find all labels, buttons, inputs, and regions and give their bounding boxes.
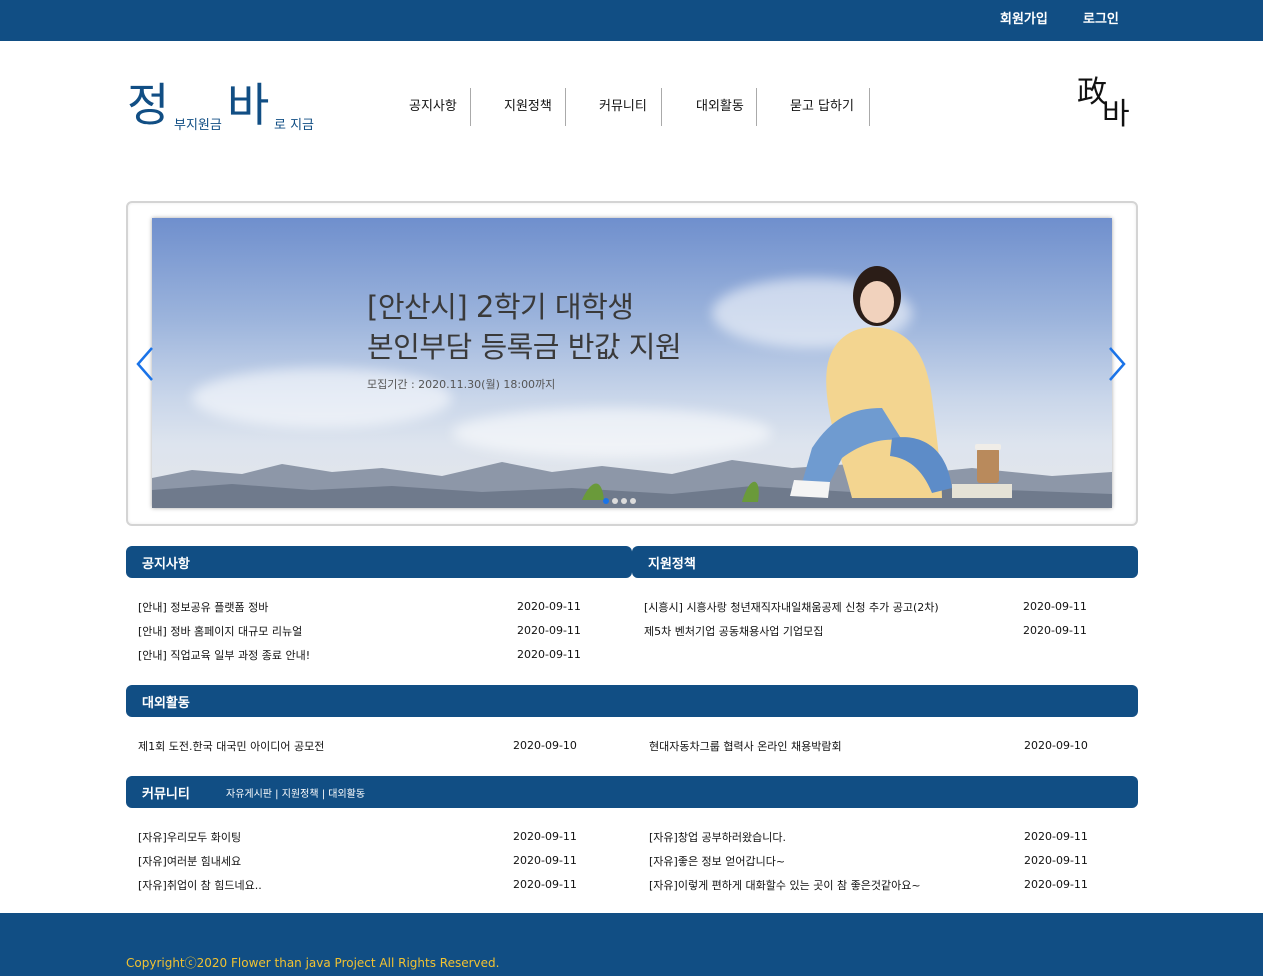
link-separator: | <box>318 789 329 800</box>
activity-date: 2020-09-10 <box>513 739 577 752</box>
policy-item[interactable]: [시흥시] 시흥사랑 청년재직자내일채움공제 신청 추가 공고(2차) <box>644 599 939 615</box>
banner-slide[interactable]: [안산시] 2학기 대학생 본인부담 등록금 반값 지원 모집기간 : 2020… <box>152 218 1112 508</box>
policy-date: 2020-09-11 <box>1023 600 1087 613</box>
nav-divider <box>470 88 471 126</box>
activity-item[interactable]: 제1회 도전.한국 대국민 아이디어 공모전 <box>138 738 324 754</box>
policy-date: 2020-09-11 <box>1023 624 1087 637</box>
nav-activity[interactable]: 대외활동 <box>696 88 744 126</box>
banner-period: 모집기간 : 2020.11.30(월) 18:00까지 <box>367 378 556 391</box>
activity-item[interactable]: 현대자동차그룹 협력사 온라인 채용박람회 <box>649 738 842 754</box>
logo-char-ba: 바 <box>227 78 270 132</box>
community-item[interactable]: [자유]좋은 정보 얻어갑니다~ <box>649 853 785 869</box>
activity-title: 대외활동 <box>142 696 190 711</box>
slider-dot[interactable] <box>630 498 636 504</box>
link-separator: | <box>272 789 282 800</box>
community-item[interactable]: [자유]창업 공부하러왔습니다. <box>649 829 786 845</box>
nav-policy[interactable]: 지원정책 <box>504 88 552 126</box>
slider-dot[interactable] <box>612 498 618 504</box>
nav-notice[interactable]: 공지사항 <box>409 88 457 126</box>
policy-title: 지원정책 <box>648 557 696 572</box>
top-bar: 회원가입 로그인 <box>0 0 1263 41</box>
activity-header[interactable]: 대외활동 <box>126 685 1138 717</box>
signup-link[interactable]: 회원가입 <box>1000 8 1048 27</box>
nav-divider <box>756 88 757 126</box>
notice-date: 2020-09-11 <box>517 624 581 637</box>
nav-divider <box>565 88 566 126</box>
nav-qna[interactable]: 묻고 답하기 <box>790 88 854 126</box>
notice-date: 2020-09-11 <box>517 600 581 613</box>
policy-item[interactable]: 제5차 벤처기업 공동채용사업 기업모집 <box>644 623 823 639</box>
community-date: 2020-09-11 <box>1024 854 1088 867</box>
community-date: 2020-09-11 <box>1024 878 1088 891</box>
community-title[interactable]: 커뮤니티 <box>142 783 190 802</box>
footer-copyright: Copyrightⓒ2020 Flower than java Project … <box>126 956 500 970</box>
banner-title-line-2: 본인부담 등록금 반값 지원 <box>367 330 682 364</box>
slider-dot-active[interactable] <box>603 498 609 504</box>
notice-item[interactable]: [안내] 직업교육 일부 과정 종료 안내! <box>138 647 310 663</box>
logo-text-2: 로 지금 <box>274 118 315 133</box>
policy-header[interactable]: 지원정책 <box>632 546 1138 578</box>
login-link[interactable]: 로그인 <box>1083 8 1119 27</box>
community-item[interactable]: [자유]여러분 힘내세요 <box>138 853 241 869</box>
community-link-policy[interactable]: 지원정책 <box>282 789 319 800</box>
notice-item[interactable]: [안내] 정바 홈페이지 대규모 리뉴얼 <box>138 623 302 639</box>
brand-mark: 政 바 <box>1077 76 1137 136</box>
banner-title-line-1: [안산시] 2학기 대학생 <box>367 290 634 324</box>
community-links: 자유게시판 | 지원정책 | 대외활동 <box>226 785 365 800</box>
community-header: 커뮤니티 자유게시판 | 지원정책 | 대외활동 <box>126 776 1138 808</box>
community-date: 2020-09-11 <box>1024 830 1088 843</box>
community-date: 2020-09-11 <box>513 878 577 891</box>
nav-divider <box>661 88 662 126</box>
notice-title: 공지사항 <box>142 557 190 572</box>
logo-text-1: 부지원금 <box>174 118 222 133</box>
activity-date: 2020-09-10 <box>1024 739 1088 752</box>
nav-divider <box>869 88 870 126</box>
nav-community[interactable]: 커뮤니티 <box>599 88 647 126</box>
community-item[interactable]: [자유]우리모두 화이팅 <box>138 829 241 845</box>
notice-item[interactable]: [안내] 정보공유 플랫폼 정바 <box>138 599 268 615</box>
community-date: 2020-09-11 <box>513 830 577 843</box>
slider-next-icon[interactable] <box>1106 344 1128 384</box>
footer: Copyrightⓒ2020 Flower than java Project … <box>0 913 1263 976</box>
logo-char-jeong: 정 <box>127 78 170 132</box>
slider-prev-icon[interactable] <box>134 344 156 384</box>
community-link-free-board[interactable]: 자유게시판 <box>226 789 272 800</box>
community-item[interactable]: [자유]이렇게 편하게 대화할수 있는 곳이 참 좋은것같아요~ <box>649 877 921 893</box>
brand-mark-char-2: 바 <box>1102 97 1130 132</box>
community-date: 2020-09-11 <box>513 854 577 867</box>
woman-illustration <box>790 266 1012 498</box>
notice-header[interactable]: 공지사항 <box>126 546 632 578</box>
community-link-activity[interactable]: 대외활동 <box>328 789 365 800</box>
community-item[interactable]: [자유]취업이 참 힘드네요.. <box>138 877 262 893</box>
notice-date: 2020-09-11 <box>517 648 581 661</box>
slider-dot[interactable] <box>621 498 627 504</box>
